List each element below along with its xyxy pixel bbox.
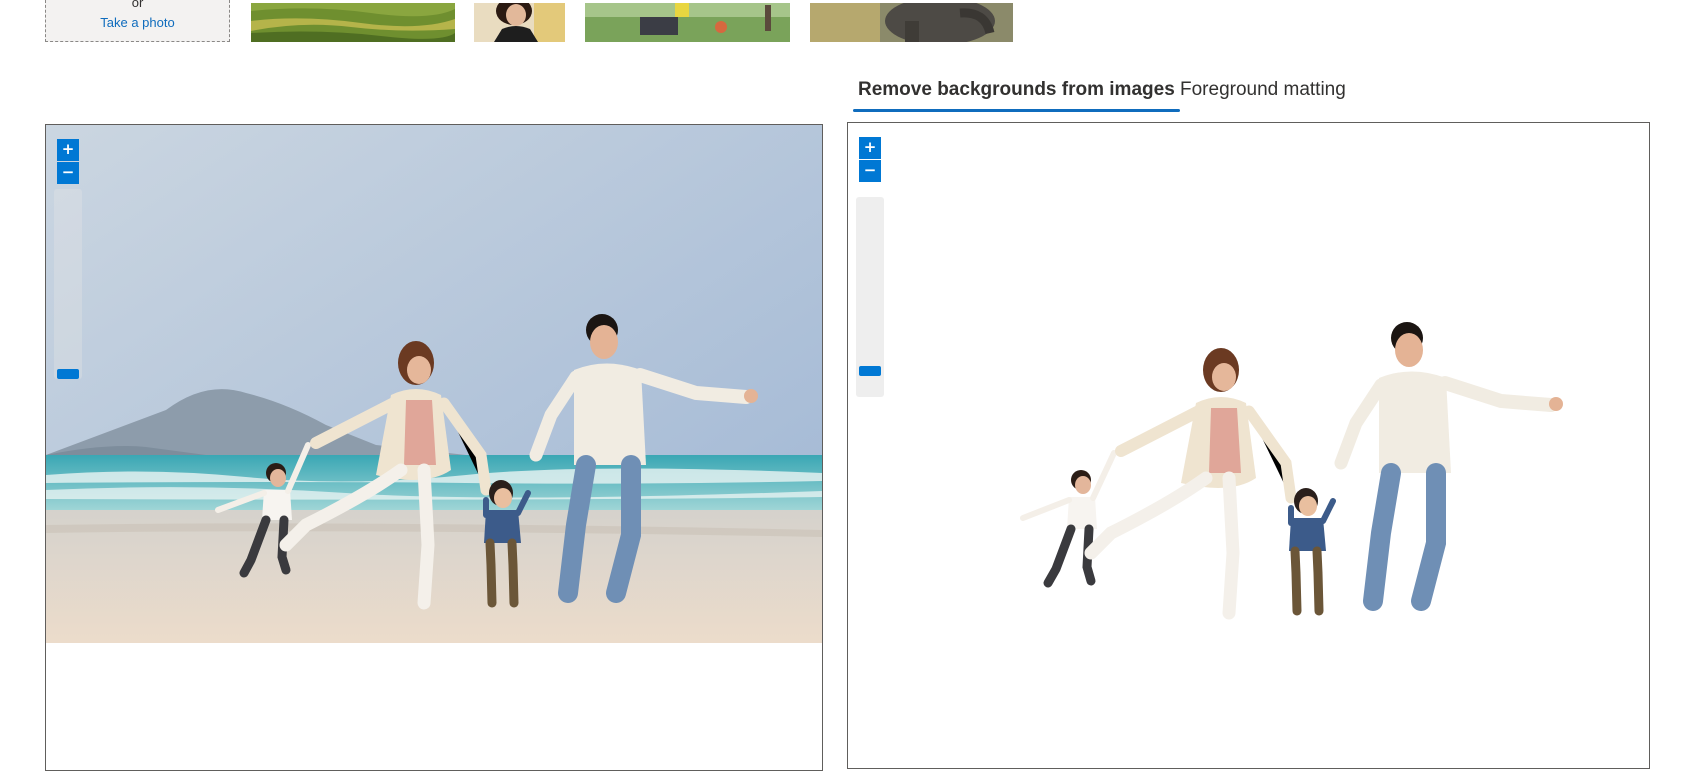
active-tab-indicator (853, 109, 1180, 112)
original-photo (46, 125, 822, 643)
result-image-viewer[interactable]: + − (847, 122, 1650, 769)
zoom-slider-thumb[interactable] (859, 366, 881, 376)
zoom-in-button[interactable]: + (57, 139, 79, 161)
zoom-slider-track[interactable] (54, 189, 82, 379)
sample-thumbnail-rice-terraces[interactable] (251, 3, 455, 42)
foreground-result (1020, 322, 1563, 620)
or-label: or (131, 0, 144, 10)
sample-thumbnail-garden-scene[interactable] (585, 3, 790, 42)
sample-thumbnail-woman-portrait[interactable] (474, 3, 565, 42)
tab-remove-backgrounds-label: Remove backgrounds from images (858, 79, 1175, 100)
original-image-viewer[interactable]: + − (45, 124, 823, 771)
tab-foreground-matting-label: Foreground matting (1180, 79, 1346, 100)
zoom-out-button[interactable]: − (57, 162, 79, 184)
take-photo-link[interactable]: Take a photo (46, 15, 229, 30)
tab-remove-backgrounds[interactable]: Remove backgrounds from images (853, 70, 1180, 112)
sample-thumbnail-elephant[interactable] (810, 3, 1013, 42)
zoom-in-button[interactable]: + (859, 137, 881, 159)
zoom-out-button[interactable]: − (859, 160, 881, 182)
zoom-slider-thumb[interactable] (57, 369, 79, 379)
tab-foreground-matting[interactable]: Foreground matting (1180, 70, 1346, 110)
upload-tile[interactable]: or Take a photo (45, 0, 230, 42)
